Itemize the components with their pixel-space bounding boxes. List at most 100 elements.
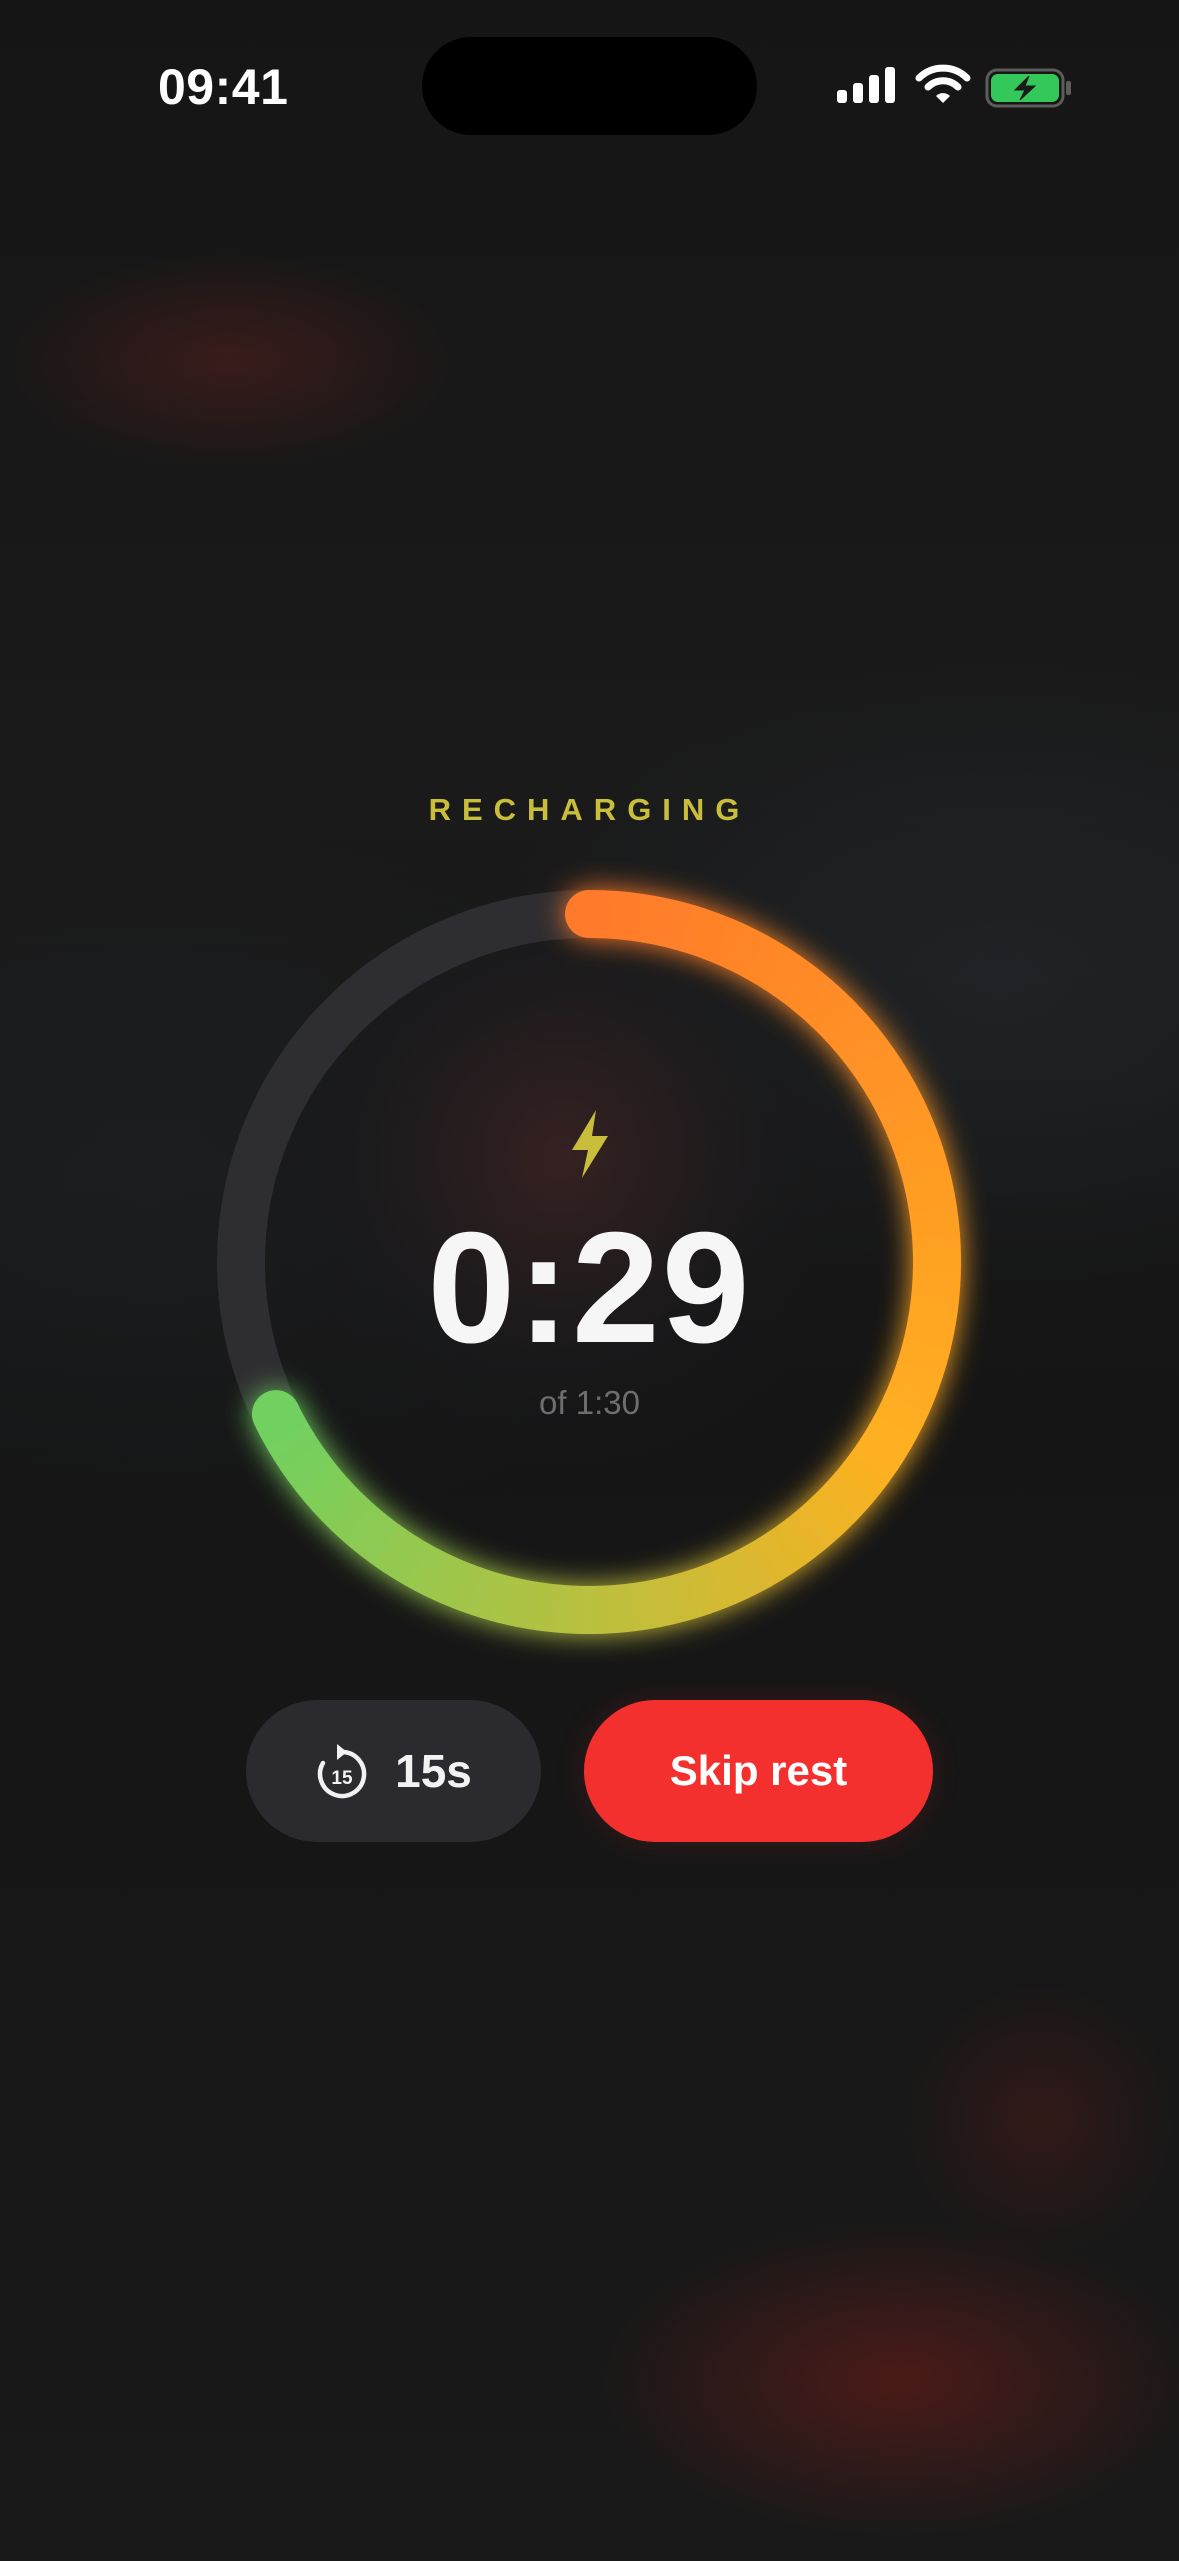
progress-arc-segment (404, 1543, 440, 1593)
progress-arc-segment (427, 1553, 461, 1604)
rotate-15-seconds-icon: 15 (317, 1744, 367, 1799)
lightning-bolt-icon (572, 1110, 608, 1178)
timer-remaining: 0:29 (427, 1200, 752, 1376)
progress-arc-segment (832, 1017, 879, 1059)
progress-arc-segment (371, 1524, 410, 1572)
progress-arc-segment (872, 1081, 922, 1117)
progress-arc-segment (705, 1559, 737, 1610)
progress-arc-segment (679, 904, 708, 955)
progress-arc-segment (766, 1525, 806, 1573)
progress-arc-segment (489, 1574, 515, 1625)
progress-arc-segment (866, 1070, 916, 1107)
progress-arc-segment (541, 1583, 561, 1633)
progress-arc-segment (661, 1574, 687, 1625)
timer-total: of 1:30 (539, 1384, 640, 1421)
progress-arc-segment (747, 1538, 784, 1587)
progress-arc-segment (350, 1510, 392, 1557)
progress-arc-segment (650, 1577, 675, 1628)
progress-arc-segment (330, 1495, 374, 1540)
progress-arc-segment (312, 1478, 357, 1522)
progress-arc-segment (828, 1470, 874, 1514)
progress-arc-segment (295, 1460, 342, 1502)
progress-arc-segment (634, 893, 657, 944)
add-15-seconds-button[interactable]: 15 15s (246, 1700, 541, 1842)
progress-arc-segment (515, 1579, 538, 1630)
progress-arc-segment (772, 955, 813, 1003)
progress-arc-segment (690, 908, 720, 959)
progress-arc-segment (340, 1502, 383, 1549)
progress-arc-segment (623, 892, 644, 942)
progress-arc-segment (464, 1567, 493, 1618)
progress-arc-segment (416, 1548, 450, 1598)
progress-arc-segment (820, 1479, 865, 1523)
cellular-signal-icon (837, 67, 895, 103)
rest-mode-label: RECHARGING (428, 792, 751, 827)
progress-arc-segment (902, 1167, 953, 1193)
add-time-label: 15s (395, 1745, 472, 1797)
progress-arc-segment (782, 963, 823, 1010)
progress-arc-segment (887, 1117, 938, 1149)
wifi-icon (915, 64, 971, 103)
progress-arc-segment (722, 923, 756, 973)
status-bar: 09:41 (0, 0, 1179, 170)
progress-arc-segment (803, 1496, 847, 1541)
progress-arc-segment (905, 1180, 955, 1204)
progress-arc-segment (694, 1563, 725, 1614)
progress-arc-segment (737, 1543, 773, 1593)
progress-arc-segment (701, 913, 732, 963)
progress-arc-segment (800, 979, 843, 1025)
progress-arc-segment (895, 1142, 946, 1170)
progress-arc-segment (847, 1037, 895, 1077)
status-time: 09:41 (158, 59, 289, 115)
progress-arc-segment (891, 1129, 942, 1159)
progress-arc-segment (817, 997, 862, 1042)
progress-arc-segment (868, 1413, 918, 1450)
battery-charging-icon (985, 68, 1071, 108)
progress-arc-segment (452, 1563, 482, 1614)
progress-arc-segment (733, 928, 768, 978)
dynamic-island (422, 37, 757, 135)
progress-arc-segment (825, 1007, 870, 1050)
progress-arc-segment (502, 1577, 527, 1627)
progress-arc-segment (712, 918, 745, 968)
progress-arc-segment (321, 1486, 366, 1531)
progress-arc-segment (716, 1554, 749, 1605)
progress-arc-segment (753, 941, 791, 990)
progress-arc-segment (899, 1154, 950, 1181)
progress-arc-segment (811, 1487, 856, 1532)
progress-arc-segment (683, 1567, 713, 1618)
progress-arc-segment (726, 1549, 761, 1599)
progress-arc-segment (791, 971, 833, 1018)
progress-arc-segment (657, 898, 682, 949)
progress-arc-segment (840, 1027, 887, 1068)
svg-text:15: 15 (332, 1768, 354, 1789)
progress-arc-segment (854, 1048, 902, 1087)
skip-rest-label: Skip rest (669, 1747, 848, 1794)
progress-arc-segment (611, 890, 631, 940)
progress-arc-segment (672, 1571, 700, 1622)
progress-arc-segment (627, 1581, 649, 1632)
progress-arc-segment (835, 1462, 882, 1504)
progress-arc-segment (393, 1537, 430, 1586)
progress-arc-segment (785, 1511, 827, 1558)
progress-arc-segment (604, 1584, 622, 1634)
progress-arc-segment (763, 948, 802, 997)
progress-arc-segment (272, 1432, 321, 1471)
progress-arc-segment (266, 1422, 315, 1460)
progress-arc-segment (849, 1443, 898, 1483)
progress-arc-segment (439, 1558, 472, 1609)
progress-arc-segment (842, 1452, 890, 1493)
progress-arc-start-cap (565, 890, 613, 938)
progress-arc-segment (794, 1503, 837, 1550)
rest-timer-screen: 09:41 RECHARGING 0:29 of 1:30 15 15s Ski… (0, 0, 1179, 2561)
progress-arc-segment (757, 1531, 795, 1580)
progress-arc-segment (360, 1517, 401, 1565)
progress-arc-segment (882, 1105, 933, 1138)
progress-arc-segment (856, 1433, 905, 1472)
progress-arc-segment (668, 901, 695, 952)
skip-rest-button[interactable]: Skip rest (584, 1700, 933, 1842)
progress-arc-segment (303, 1469, 350, 1512)
progress-arc-segment (528, 1581, 549, 1632)
status-icons (835, 64, 1075, 108)
progress-arc-segment (776, 1518, 817, 1566)
